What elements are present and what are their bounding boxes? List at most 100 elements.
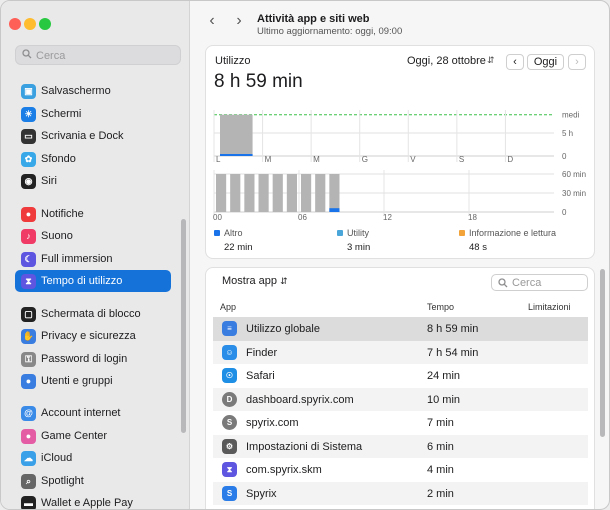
sidebar-item-wallet-e-apple-pay[interactable]: ▬ Wallet e Apple Pay xyxy=(15,492,171,509)
table-row[interactable]: ☉ Safari 24 min xyxy=(213,364,588,388)
y-tick-label: 60 min xyxy=(562,170,586,179)
layers-icon: ≡ xyxy=(222,321,237,336)
forward-button[interactable]: › xyxy=(230,12,248,30)
sidebar-item-password-di-login[interactable]: ⚿ Password di login xyxy=(15,348,171,370)
y-tick-label: 0 xyxy=(562,208,567,217)
main-scrollbar[interactable] xyxy=(600,269,605,437)
table-row[interactable]: ☺ Finder 7 h 54 min xyxy=(213,340,588,364)
search-icon xyxy=(498,278,508,288)
sidebar-item-utenti-e-gruppi[interactable]: ● Utenti e gruppi xyxy=(15,370,171,392)
hourglass-icon: ⧗ xyxy=(222,462,237,477)
sidebar-item-full-immersion[interactable]: ☾ Full immersion xyxy=(15,248,171,270)
column-time[interactable]: Tempo xyxy=(427,302,454,312)
sidebar-item-sfondo[interactable]: ✿ Sfondo xyxy=(15,148,171,170)
app-name: Finder xyxy=(246,346,278,359)
sidebar-item-label: Suono xyxy=(41,230,73,242)
sidebar-search-placeholder: Cerca xyxy=(36,50,66,62)
x-tick-label: 12 xyxy=(383,213,392,222)
sidebar-item-schermi[interactable]: ☀ Schermi xyxy=(15,103,171,125)
average-label: medi xyxy=(562,111,580,120)
x-tick-label: 06 xyxy=(298,213,307,222)
sidebar-item-label: Password di login xyxy=(41,353,128,365)
hour-bar xyxy=(286,174,297,212)
table-row[interactable]: ⚙ Impostazioni di Sistema 6 min xyxy=(213,434,588,458)
app-name: spyrix.com xyxy=(246,417,299,429)
table-row[interactable]: Sspyrix.com 7 min xyxy=(213,411,588,435)
sidebar-item-label: iCloud xyxy=(41,452,73,464)
sidebar-item-label: Full immersion xyxy=(41,253,113,265)
sidebar-item-game-center[interactable]: ● Game Center xyxy=(15,425,171,447)
table-row[interactable]: S Spyrix 2 min xyxy=(213,481,588,505)
sidebar-item-label: Spotlight xyxy=(41,475,84,487)
page-title: Attività app e siti web xyxy=(257,13,370,25)
y-tick-label: 30 min xyxy=(562,189,586,198)
dock-icon: ▭ xyxy=(21,128,36,144)
minimize-window-button[interactable] xyxy=(24,18,36,30)
sidebar-item-suono[interactable]: ♪ Suono xyxy=(15,225,171,247)
app-name: dashboard.spyrix.com xyxy=(246,393,354,406)
column-limits[interactable]: Limitazioni xyxy=(528,302,571,312)
y-tick-label: 5 h xyxy=(562,129,573,138)
cloud-icon: ☁ xyxy=(21,450,36,466)
hour-bar xyxy=(230,174,241,212)
sidebar-item-label: Salvaschermo xyxy=(41,85,111,97)
app-name: com.spyrix.skm xyxy=(246,464,322,476)
table-row[interactable]: ⧗ com.spyrix.skm 4 min xyxy=(213,458,588,482)
y-tick-label: 0 xyxy=(562,152,567,161)
x-tick-label: S xyxy=(459,155,464,164)
letter-s-icon: S xyxy=(222,415,237,430)
sidebar-item-siri[interactable]: ◉ Siri xyxy=(15,170,171,192)
hour-bar xyxy=(329,174,340,212)
apps-table: ≡ Utilizzo globale 8 h 59 min ☺ Finder 7 h 54… xyxy=(213,317,588,505)
table-row[interactable]: ≡ Utilizzo globale 8 h 59 min xyxy=(213,317,588,341)
close-window-button[interactable] xyxy=(9,18,21,30)
x-tick-label: D xyxy=(507,155,513,164)
settings-window: Cerca ▣ Salvaschermo ☀ Schermi ▭ Scrivania e … xyxy=(0,0,610,510)
sidebar-item-privacy-e-sicurezza[interactable]: ✋ Privacy e sicurezza xyxy=(15,325,171,347)
apps-card: Mostra app ⇵ Cerca App Tempo Limitazioni… xyxy=(205,267,595,509)
sidebar-item-label: Schermata di blocco xyxy=(41,308,141,320)
column-app[interactable]: App xyxy=(220,302,236,312)
back-button[interactable]: ‹ xyxy=(203,12,221,30)
sidebar-item-icloud[interactable]: ☁ iCloud xyxy=(15,447,171,469)
sidebar-item-spotlight[interactable]: ⌕ Spotlight xyxy=(15,470,171,492)
sidebar-item-schermata-di-blocco[interactable]: ▢ Schermata di blocco xyxy=(15,303,171,325)
table-row[interactable]: Ddashboard.spyrix.com 10 min xyxy=(213,387,588,411)
key-icon: ⚿ xyxy=(21,351,36,367)
hour-bar xyxy=(272,174,283,212)
sidebar-item-label: Tempo di utilizzo xyxy=(41,275,123,287)
at-icon: @ xyxy=(21,405,36,421)
game-center-icon: ● xyxy=(21,428,36,444)
app-name: Utilizzo globale xyxy=(246,323,320,335)
legend-label: Altro xyxy=(224,228,243,238)
shield-icon: S xyxy=(222,485,237,501)
sidebar-item-scrivania-e-dock[interactable]: ▭ Scrivania e Dock xyxy=(15,125,171,147)
updown-chevron-icon: ⇵ xyxy=(280,276,288,286)
sidebar-item-tempo-di-utilizzo[interactable]: ⧗ Tempo di utilizzo xyxy=(15,270,171,292)
app-time: 10 min xyxy=(427,393,461,406)
legend-label: Informazione e lettura xyxy=(469,228,557,238)
hand-icon: ✋ xyxy=(21,328,36,344)
wallet-icon: ▬ xyxy=(21,495,36,509)
page-subtitle: Ultimo aggiornamento: oggi, 09:00 xyxy=(257,26,403,37)
show-app-menu[interactable]: Mostra app ⇵ xyxy=(222,275,288,287)
sidebar-item-label: Scrivania e Dock xyxy=(41,130,124,142)
legend-value: 22 min xyxy=(224,242,253,253)
legend-swatch xyxy=(459,230,465,236)
day-bar xyxy=(220,114,253,156)
app-search-placeholder: Cerca xyxy=(512,277,542,289)
sidebar-item-salvaschermo[interactable]: ▣ Salvaschermo xyxy=(15,80,171,102)
sidebar-search-input[interactable]: Cerca xyxy=(15,45,181,65)
sidebar-item-notifiche[interactable]: ● Notifiche xyxy=(15,203,171,225)
x-tick-label: L xyxy=(216,155,221,164)
zoom-window-button[interactable] xyxy=(39,18,51,30)
bell-icon: ● xyxy=(21,206,36,222)
sidebar-item-label: Sfondo xyxy=(41,153,76,165)
app-search-input[interactable]: Cerca xyxy=(491,274,588,291)
hour-bar xyxy=(244,174,255,212)
sidebar-item-label: Wallet e Apple Pay xyxy=(41,497,133,509)
sidebar-scrollbar[interactable] xyxy=(181,219,186,433)
sidebar-item-account-internet[interactable]: @ Account internet xyxy=(15,402,171,424)
hour-bar xyxy=(216,174,227,212)
x-tick-label: 00 xyxy=(213,213,222,222)
